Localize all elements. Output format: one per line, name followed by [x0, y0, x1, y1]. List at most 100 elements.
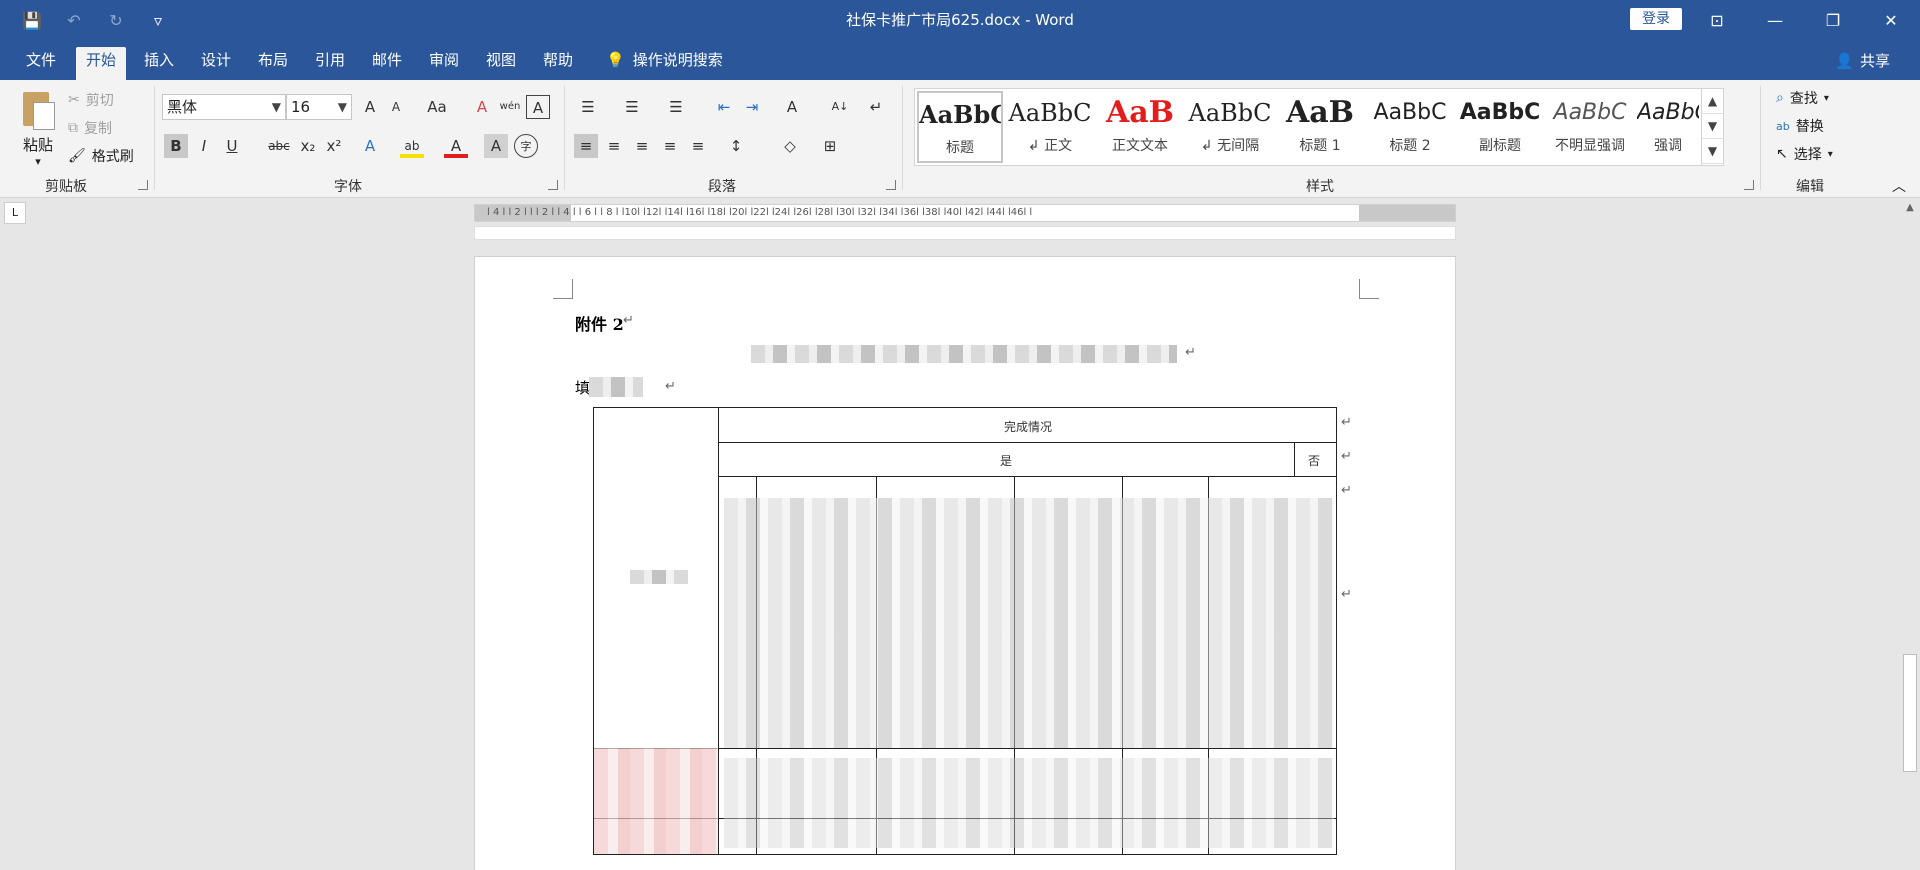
font-color-icon[interactable]: A: [444, 134, 468, 158]
sort-icon[interactable]: A↓: [828, 95, 852, 119]
clear-formatting-icon[interactable]: A: [470, 95, 494, 119]
redacted-cell: [594, 748, 718, 854]
cut-button[interactable]: ✂ 剪切: [68, 90, 114, 110]
line-spacing-icon[interactable]: ↕: [724, 134, 748, 158]
shrink-font-icon[interactable]: A: [384, 95, 408, 119]
superscript-button[interactable]: x²: [322, 134, 346, 158]
style-preview: AaBbC: [1008, 99, 1092, 127]
strikethrough-button[interactable]: abc: [264, 134, 294, 158]
paragraph-launcher-icon[interactable]: [886, 180, 896, 190]
horizontal-ruler[interactable]: l 4 l l 2 l l l 2 l l 4 l l 6 l l 8 l l1…: [474, 204, 1456, 222]
center-button[interactable]: ≡: [602, 134, 626, 158]
tab-references[interactable]: 引用: [305, 47, 355, 80]
tab-mailings[interactable]: 邮件: [362, 47, 412, 80]
header-completion: 完成情况: [1004, 420, 1053, 434]
character-border-icon[interactable]: A: [526, 95, 550, 119]
completion-table[interactable]: 完成情况 是 否: [593, 407, 1337, 855]
text-effects-icon[interactable]: A: [358, 134, 382, 158]
scissors-icon: ✂: [68, 92, 80, 108]
cursor-icon: ↖: [1776, 146, 1788, 162]
editing-group-label: 编辑: [1796, 179, 1824, 195]
style-subtitle[interactable]: AaBbC 副标题: [1457, 91, 1543, 163]
increase-indent-icon[interactable]: ⇥: [740, 95, 764, 119]
styles-scroll-down-icon[interactable]: ▼: [1702, 114, 1723, 139]
scroll-thumb[interactable]: [1903, 654, 1917, 772]
shading-icon[interactable]: ◇: [778, 134, 802, 158]
tab-help[interactable]: 帮助: [533, 47, 583, 80]
enclose-characters-icon[interactable]: 字: [514, 134, 538, 158]
replace-button[interactable]: ab 替换: [1776, 116, 1824, 136]
style-title[interactable]: AaBbC 标题: [917, 91, 1003, 163]
close-icon[interactable]: ✕: [1862, 0, 1920, 40]
format-painter-button[interactable]: 🖌 格式刷: [68, 146, 134, 166]
vertical-scrollbar[interactable]: ▲: [1900, 198, 1920, 870]
numbering-icon[interactable]: ☰: [620, 95, 644, 119]
bold-button[interactable]: B: [164, 134, 188, 158]
tab-layout[interactable]: 布局: [248, 47, 298, 80]
select-button[interactable]: ↖ 选择 ▾: [1776, 144, 1833, 164]
ribbon-tabs: 文件 开始 插入 设计 布局 引用 邮件 审阅 视图 帮助: [0, 40, 1920, 80]
show-marks-icon[interactable]: ↵: [864, 95, 888, 119]
change-case-icon[interactable]: Aa: [420, 95, 454, 119]
minimize-icon[interactable]: —: [1746, 0, 1804, 40]
grow-font-icon[interactable]: A: [358, 95, 382, 119]
collapse-ribbon-icon[interactable]: ︿: [1892, 176, 1906, 196]
font-launcher-icon[interactable]: [548, 180, 558, 190]
font-size-combo[interactable]: 16 ▼: [286, 94, 352, 120]
scroll-up-icon[interactable]: ▲: [1900, 198, 1920, 218]
chevron-down-icon[interactable]: ▼: [272, 95, 281, 119]
styles-scroll: ▲ ▼ ▼: [1701, 89, 1723, 165]
login-button[interactable]: 登录: [1630, 8, 1682, 30]
styles-scroll-up-icon[interactable]: ▲: [1702, 89, 1723, 114]
title-bar: 💾 ↶ ↻ ▿ 社保卡推广市局625.docx - Word 登录 ⊡ — ❐ …: [0, 0, 1920, 40]
chevron-down-icon[interactable]: ▼: [338, 95, 347, 119]
paste-dropdown-icon[interactable]: ▾: [16, 155, 60, 168]
font-name-combo[interactable]: 黑体 ▼: [162, 94, 286, 120]
style-emphasis[interactable]: AaBbC 强调: [1637, 91, 1699, 163]
style-heading-2[interactable]: AaBbC 标题 2: [1367, 91, 1453, 163]
decrease-indent-icon[interactable]: ⇤: [712, 95, 736, 119]
distributed-button[interactable]: ≡: [686, 134, 710, 158]
style-heading-1[interactable]: AaB 标题 1: [1277, 91, 1363, 163]
style-body-text[interactable]: AaB 正文文本: [1097, 91, 1183, 163]
style-normal[interactable]: AaBbC ↲ 正文: [1007, 91, 1093, 163]
clipboard-launcher-icon[interactable]: [138, 180, 148, 190]
underline-button[interactable]: U: [220, 134, 244, 158]
copy-button[interactable]: ⧉ 复制: [68, 118, 112, 138]
subscript-button[interactable]: x₂: [296, 134, 320, 158]
highlight-icon[interactable]: ab: [400, 134, 424, 158]
find-button[interactable]: ⌕ 查找 ▾: [1776, 88, 1829, 108]
document-page[interactable]: 附件 2 ↵ ↵ 填 ↵ 完成情况 是 否 ↵ ↵ ↵ ↵: [474, 256, 1456, 870]
paste-button[interactable]: 粘贴 ▾: [16, 88, 60, 168]
copy-label: 复制: [84, 121, 112, 137]
margin-corner-mark: [1359, 279, 1379, 299]
style-no-spacing[interactable]: AaBbC ↲ 无间隔: [1187, 91, 1273, 163]
replace-label: 替换: [1795, 119, 1824, 135]
tab-view[interactable]: 视图: [476, 47, 526, 80]
style-subtle-emphasis[interactable]: AaBbC 不明显强调: [1547, 91, 1633, 163]
chinese-layout-icon[interactable]: A: [780, 95, 804, 119]
phonetic-guide-icon[interactable]: wén: [498, 95, 522, 119]
tab-selector[interactable]: L: [4, 202, 26, 224]
borders-icon[interactable]: ⊞: [818, 134, 842, 158]
tab-insert[interactable]: 插入: [134, 47, 184, 80]
align-left-button[interactable]: ≡: [574, 134, 598, 158]
separator: [564, 86, 565, 190]
tab-design[interactable]: 设计: [191, 47, 241, 80]
character-shading-icon[interactable]: A: [484, 134, 508, 158]
justify-button[interactable]: ≡: [658, 134, 682, 158]
styles-more-icon[interactable]: ▼: [1702, 139, 1723, 164]
bullets-icon[interactable]: ☰: [576, 95, 600, 119]
tell-me-search[interactable]: 💡 操作说明搜索: [606, 49, 723, 70]
share-button[interactable]: 👤 共享: [1835, 50, 1890, 71]
align-right-button[interactable]: ≡: [630, 134, 654, 158]
copy-icon: ⧉: [68, 120, 78, 136]
ribbon-display-options-icon[interactable]: ⊡: [1688, 0, 1746, 40]
restore-icon[interactable]: ❐: [1804, 0, 1862, 40]
multilevel-list-icon[interactable]: ☰: [664, 95, 688, 119]
italic-button[interactable]: I: [192, 134, 216, 158]
tab-file[interactable]: 文件: [16, 47, 66, 80]
tab-home[interactable]: 开始: [76, 47, 127, 80]
styles-launcher-icon[interactable]: [1744, 180, 1754, 190]
tab-review[interactable]: 审阅: [419, 47, 469, 80]
